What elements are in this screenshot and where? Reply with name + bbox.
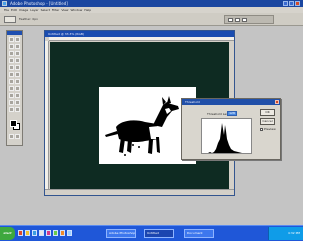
tool-preset-picker[interactable] [4,16,16,23]
dialog-title: Threshold [185,100,200,104]
ok-button[interactable]: OK [260,109,275,116]
slice-tool-icon[interactable] [15,51,20,56]
options-bar: Feather: 0px [0,13,303,26]
quicklaunch-icon-8[interactable] [67,230,72,236]
quicklaunch-icon-7[interactable] [60,230,65,236]
histogram-graph [208,123,242,153]
clone-stamp-tool-icon[interactable] [9,65,14,70]
desktop-screen: Adobe Photoshop - [Untitled] File Edit I… [0,0,303,241]
preview-label: Preview [264,127,276,131]
eyedropper-tool-icon[interactable] [15,100,20,105]
standard-mode-icon[interactable] [9,134,14,139]
document-status-bar [45,189,234,195]
dialog-titlebar: Threshold [182,99,280,105]
history-brush-tool-icon[interactable] [15,65,20,70]
gradient-tool-icon[interactable] [15,72,20,77]
close-button[interactable] [295,1,300,6]
quicklaunch-icon-5[interactable] [46,230,51,236]
crop-tool-icon[interactable] [9,51,14,56]
threshold-dialog: Threshold Threshold Level: 128 OK Cancel… [181,98,281,160]
quicklaunch-icon-3[interactable] [32,230,37,236]
threshold-level-input[interactable]: 128 [227,111,237,116]
presets-palette-icon[interactable] [235,18,240,22]
blur-tool-icon[interactable] [9,79,14,84]
quick-mask-mode-icon[interactable] [15,134,20,139]
shape-tool-icon[interactable] [15,93,20,98]
magic-wand-tool-icon[interactable] [15,44,20,49]
quicklaunch-icon-4[interactable] [39,230,44,236]
path-selection-tool-icon[interactable] [9,86,14,91]
taskbar-item-photoshop[interactable]: Adobe Photoshop [106,229,136,238]
healing-brush-tool-icon[interactable] [9,58,14,63]
type-tool-icon[interactable] [15,86,20,91]
lasso-tool-icon[interactable] [9,44,14,49]
photoshop-app-icon [2,1,7,6]
zoom-tool-icon[interactable] [15,107,20,112]
quicklaunch-icon-1[interactable] [18,230,23,236]
toolbox-header [7,31,22,35]
dialog-close-icon[interactable] [275,100,279,104]
clock: 4:32 PM [287,231,300,235]
foreground-color-swatch[interactable] [10,120,17,127]
palette-well [224,15,274,24]
taskbar-item-document[interactable]: Document [184,229,214,238]
options-label: Feather: 0px [19,17,38,21]
system-tray: 4:32 PM [268,227,303,240]
marquee-tool-icon[interactable] [9,37,14,42]
quicklaunch-icon-6[interactable] [53,230,58,236]
toolbox [6,30,23,146]
histogram [201,118,252,154]
vertical-ruler [45,41,49,189]
pen-tool-icon[interactable] [9,93,14,98]
minimize-button[interactable] [283,1,288,6]
taskbar-item-untitled[interactable]: Untitled [144,229,174,238]
app-title: Adobe Photoshop - [Untitled] [10,1,68,6]
dodge-tool-icon[interactable] [15,79,20,84]
hand-tool-icon[interactable] [9,107,14,112]
quicklaunch-icon-2[interactable] [25,230,30,236]
brushes-palette-icon[interactable] [228,18,233,22]
cancel-button[interactable]: Cancel [260,118,275,125]
preview-checkbox[interactable] [260,128,263,131]
taskbar: start Adobe Photoshop Untitled Document … [0,225,303,241]
notes-tool-icon[interactable] [9,100,14,105]
eraser-tool-icon[interactable] [9,72,14,77]
brush-tool-icon[interactable] [15,58,20,63]
app-titlebar: Adobe Photoshop - [Untitled] [0,0,303,7]
start-button[interactable]: start [0,227,15,240]
maximize-button[interactable] [289,1,294,6]
move-tool-icon[interactable] [15,37,20,42]
horizontal-ruler [49,37,234,41]
comps-palette-icon[interactable] [242,18,247,22]
